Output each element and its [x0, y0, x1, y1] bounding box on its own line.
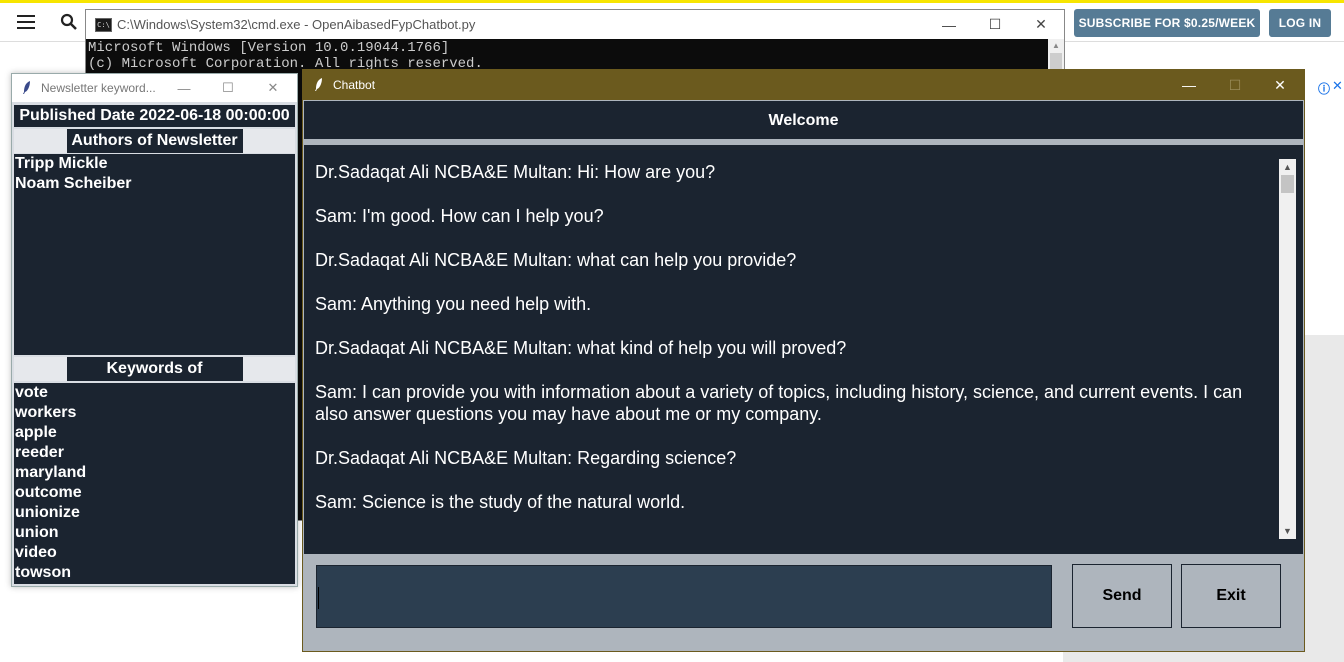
chatbot-minimize-button[interactable]: —: [1166, 70, 1212, 100]
send-button[interactable]: Send: [1072, 564, 1172, 628]
cmd-console-output: Microsoft Windows [Version 10.0.19044.17…: [86, 39, 1064, 73]
maximize-icon: ☐: [222, 80, 234, 95]
cmd-titlebar[interactable]: C:\ C:\Windows\System32\cmd.exe - OpenAi…: [86, 10, 1064, 39]
ad-info-icon[interactable]: ⓘ: [1318, 80, 1330, 97]
chat-message: Sam: Anything you need help with.: [315, 294, 592, 314]
newsletter-close-button[interactable]: ✕: [251, 74, 295, 102]
chat-scroll-thumb[interactable]: [1281, 175, 1294, 193]
ad-close-icon[interactable]: ✕: [1332, 78, 1343, 94]
scroll-up-icon[interactable]: ▲: [1279, 159, 1296, 175]
chat-message: Dr.Sadaqat Ali NCBA&E Multan: what can h…: [315, 250, 797, 270]
cmd-line: Microsoft Windows [Version 10.0.19044.17…: [88, 40, 450, 56]
chat-message: Dr.Sadaqat Ali NCBA&E Multan: Hi: How ar…: [315, 162, 716, 182]
chat-message: Sam: I'm good. How can I help you?: [315, 206, 604, 226]
newsletter-maximize-button[interactable]: ☐: [206, 74, 250, 102]
keyword-item[interactable]: apple: [14, 423, 295, 443]
chat-message: Dr.Sadaqat Ali NCBA&E Multan: Regarding …: [315, 448, 737, 468]
keyword-item[interactable]: workers: [14, 403, 295, 423]
chat-message: also answer questions you may have about…: [315, 404, 822, 424]
cmd-scroll-thumb[interactable]: [1050, 53, 1062, 69]
cmd-close-button[interactable]: ✕: [1018, 10, 1064, 39]
chatbot-title: Chatbot: [333, 78, 376, 92]
keywords-heading-bar: Keywords of Newsletter: [14, 357, 295, 401]
keyword-item[interactable]: unionize: [14, 503, 295, 523]
author-item[interactable]: Noam Scheiber: [14, 174, 295, 194]
authors-heading-bar: Authors of Newsletter: [14, 129, 295, 153]
feather-icon: [23, 81, 30, 94]
keyword-item[interactable]: towson: [14, 563, 295, 583]
authors-listbox[interactable]: Tripp Mickle Noam Scheiber: [14, 154, 295, 355]
newsletter-title: Newsletter keyword...: [41, 81, 156, 95]
keywords-listbox[interactable]: vote workers apple reeder maryland outco…: [14, 383, 295, 584]
maximize-icon: ☐: [988, 16, 1002, 32]
exit-button[interactable]: Exit: [1181, 564, 1281, 628]
chat-message: Dr.Sadaqat Ali NCBA&E Multan: what kind …: [315, 338, 847, 358]
newsletter-titlebar[interactable]: Newsletter keyword... — ☐ ✕: [12, 74, 297, 102]
subscribe-button[interactable]: SUBSCRIBE FOR $0.25/WEEK: [1074, 9, 1260, 37]
search-icon[interactable]: [60, 13, 78, 31]
published-date-label: Published Date 2022-06-18 00:00:00: [14, 105, 295, 127]
keyword-item[interactable]: maryland: [14, 463, 295, 483]
cmd-title: C:\Windows\System32\cmd.exe - OpenAibase…: [117, 17, 476, 32]
minimize-icon: —: [177, 80, 191, 96]
chat-log[interactable]: Dr.Sadaqat Ali NCBA&E Multan: Hi: How ar…: [304, 145, 1303, 554]
author-item[interactable]: Tripp Mickle: [14, 154, 295, 174]
scroll-up-icon[interactable]: ▲: [1048, 39, 1064, 53]
cmd-app-icon: C:\: [95, 18, 112, 32]
chatbot-welcome-header: Welcome: [304, 101, 1303, 139]
keyword-item[interactable]: union: [14, 523, 295, 543]
keyword-item[interactable]: video: [14, 543, 295, 563]
newsletter-window: Newsletter keyword... — ☐ ✕ Published Da…: [11, 73, 298, 587]
minimize-icon: —: [1182, 77, 1196, 93]
close-icon: ✕: [267, 80, 279, 95]
chatbot-titlebar[interactable]: Chatbot — ☐ ✕: [303, 70, 1304, 100]
chat-scrollbar[interactable]: ▲ ▼: [1279, 159, 1296, 539]
close-icon: ✕: [1035, 16, 1047, 32]
menu-icon[interactable]: [17, 15, 35, 29]
login-button[interactable]: LOG IN: [1269, 9, 1331, 37]
text-cursor: [318, 587, 319, 609]
chatbot-window: Chatbot — ☐ ✕ Welcome Dr.Sadaqat Ali NCB…: [302, 69, 1305, 652]
scroll-down-icon[interactable]: ▼: [1279, 523, 1296, 539]
message-input[interactable]: [316, 565, 1052, 628]
chatbot-maximize-button[interactable]: ☐: [1212, 70, 1258, 100]
keyword-item[interactable]: outcome: [14, 483, 295, 503]
cmd-minimize-button[interactable]: —: [926, 10, 972, 39]
chatbot-close-button[interactable]: ✕: [1257, 70, 1303, 100]
keyword-item[interactable]: vote: [14, 383, 295, 403]
chat-message: Sam: I can provide you with information …: [315, 382, 1243, 402]
cmd-maximize-button[interactable]: ☐: [972, 10, 1018, 39]
feather-icon: [315, 78, 322, 91]
newsletter-minimize-button[interactable]: —: [162, 74, 206, 102]
close-icon: ✕: [1274, 76, 1286, 93]
minimize-icon: —: [942, 16, 956, 33]
keyword-item[interactable]: reeder: [14, 443, 295, 463]
keywords-heading: Keywords of Newsletter: [66, 357, 243, 401]
chat-message: Sam: Science is the study of the natural…: [315, 492, 686, 512]
authors-heading: Authors of Newsletter: [66, 129, 243, 153]
maximize-icon: ☐: [1228, 76, 1242, 93]
